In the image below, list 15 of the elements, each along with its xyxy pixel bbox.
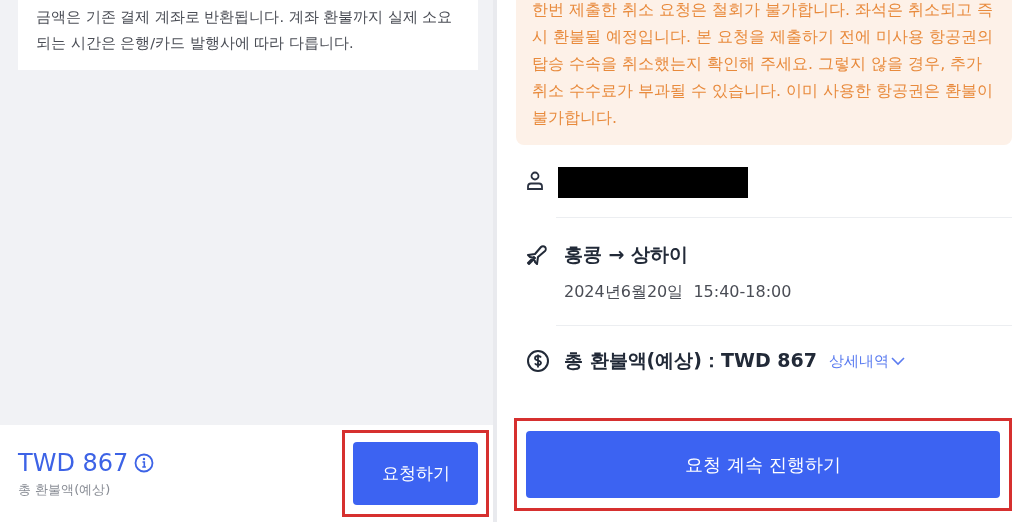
refund-notice: 금액은 기존 결제 계좌로 반환됩니다. 계좌 환불까지 실제 소요되는 시간은 은행/카드 발행사에 따라 다릅니다. [36,8,454,53]
info-icon[interactable] [134,452,155,473]
chevron-down-icon [890,356,905,366]
continue-request-button[interactable]: 요청 계속 진행하기 [526,431,1000,498]
warning-notice: 한번 제출한 취소 요청은 철회가 불가합니다. 좌석은 취소되고 즉시 환불될 예정입니다. 본 요청을 제출하기 전에 미사용 항공권의 탑승 수속을 취소했는지 확인해 주세요. 그렇지 않을 경우, 추가 취소 수수료가 부과될 수 있습니다. 이미 사용한 항공권은 환불이 불가합니다. [516,0,1012,145]
flight-date: 2024년6월20일 15:40-18:00 [564,282,793,303]
refund-caption: 총 환불액(예상) [18,480,112,499]
refund-amount: TWD 867 [18,448,129,477]
person-icon [526,171,544,191]
flight-route: 홍콩 → 상하이 [564,242,690,267]
airplane-icon [526,244,550,266]
refund-total: 총 환불액(예상)：TWD 867 [564,348,817,373]
request-button[interactable]: 요청하기 [353,442,478,505]
details-link[interactable]: 상세내역 [828,351,905,371]
dollar-icon [526,349,550,373]
